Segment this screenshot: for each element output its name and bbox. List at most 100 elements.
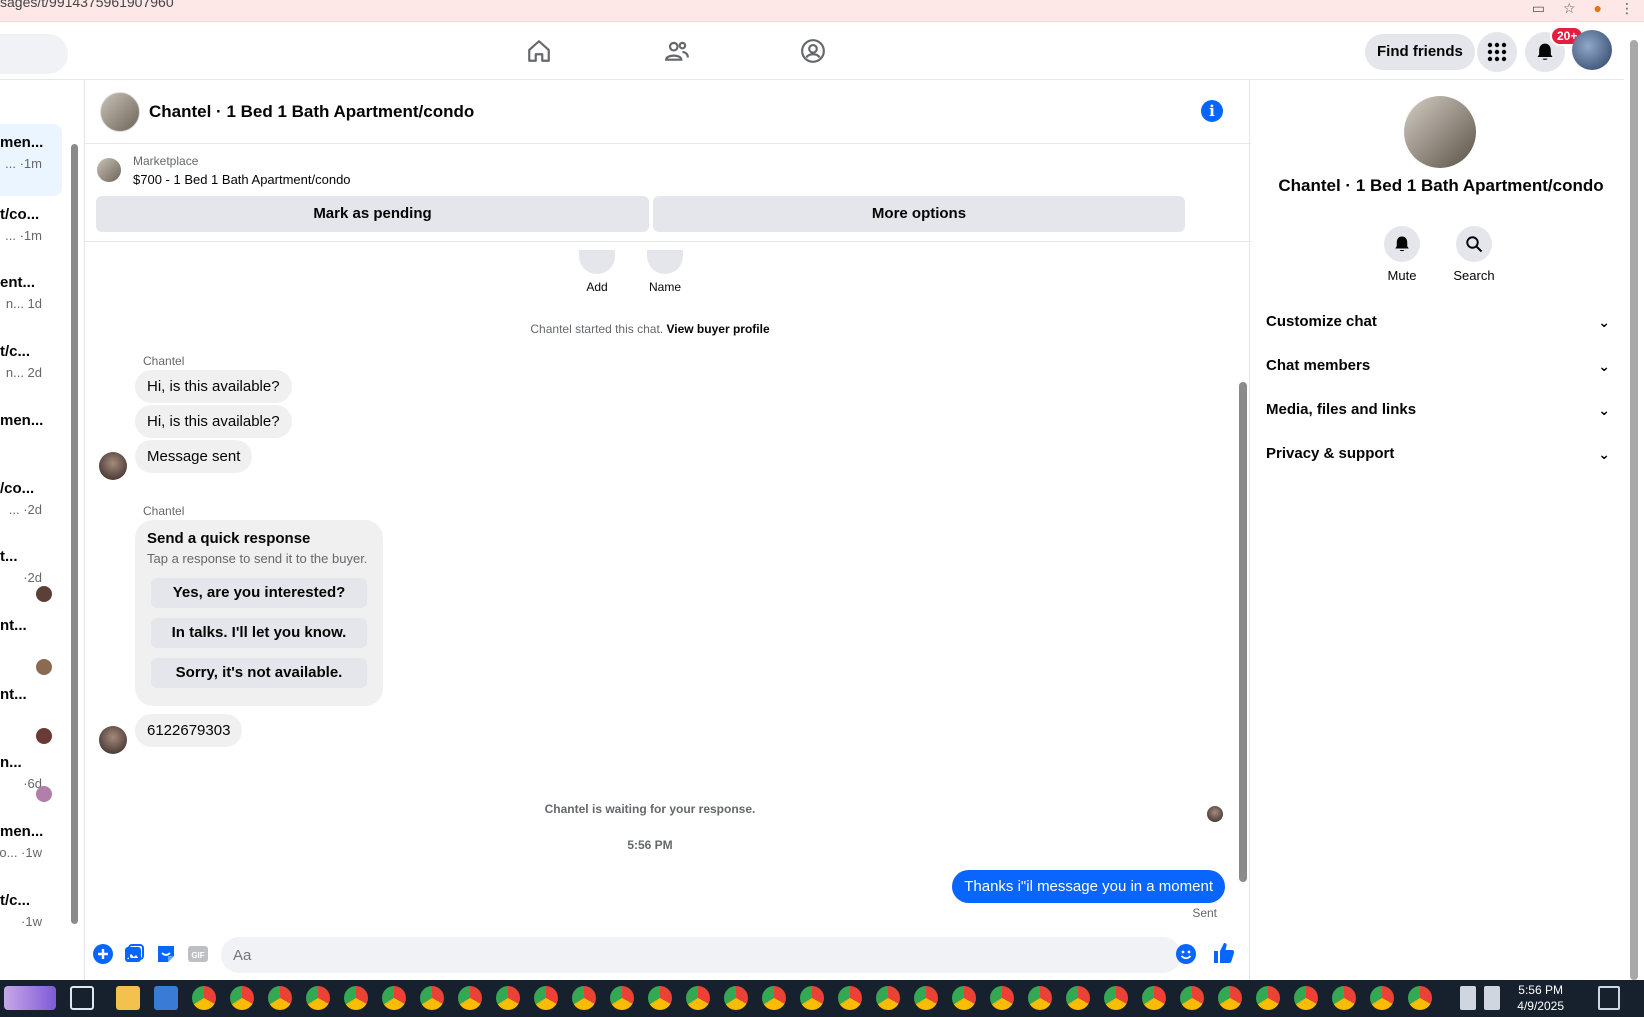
list-item[interactable]: t/c... ·1w bbox=[0, 882, 62, 954]
list-item[interactable]: /co... ... ·2d bbox=[0, 470, 62, 542]
mute-button[interactable]: Mute bbox=[1372, 226, 1432, 283]
quick-reply-button[interactable]: Yes, are you interested? bbox=[151, 578, 367, 608]
chrome-icon[interactable] bbox=[458, 986, 482, 1010]
chrome-icon[interactable] bbox=[420, 986, 444, 1010]
task-view-icon[interactable] bbox=[70, 986, 94, 1010]
chrome-icon[interactable] bbox=[686, 986, 710, 1010]
incoming-message[interactable]: Hi, is this available? bbox=[135, 405, 292, 438]
list-item[interactable]: ent... n... 1d bbox=[0, 264, 62, 336]
list-item[interactable]: men... ... ·1m bbox=[0, 124, 62, 196]
privacy-support-section[interactable]: Privacy & support ⌄ bbox=[1266, 434, 1616, 474]
chrome-icon[interactable] bbox=[1218, 986, 1242, 1010]
chrome-icon[interactable] bbox=[268, 986, 292, 1010]
chrome-icon[interactable] bbox=[382, 986, 406, 1010]
home-icon[interactable] bbox=[523, 35, 555, 67]
chrome-icon[interactable] bbox=[724, 986, 748, 1010]
chrome-icon[interactable] bbox=[1332, 986, 1356, 1010]
quick-reply-button[interactable]: In talks. I'll let you know. bbox=[151, 618, 367, 648]
chrome-icon[interactable] bbox=[496, 986, 520, 1010]
chrome-icon[interactable] bbox=[192, 986, 216, 1010]
media-files-links-section[interactable]: Media, files and links ⌄ bbox=[1266, 390, 1616, 430]
outgoing-message[interactable]: Thanks i"il message you in a moment bbox=[952, 870, 1225, 903]
incoming-message[interactable]: Hi, is this available? bbox=[135, 370, 292, 403]
star-icon[interactable]: ☆ bbox=[1563, 0, 1576, 17]
chrome-icon[interactable] bbox=[610, 986, 634, 1010]
emoji-icon[interactable] bbox=[1175, 943, 1197, 965]
message-input[interactable] bbox=[221, 937, 1181, 973]
profile-circle-icon[interactable] bbox=[797, 35, 829, 67]
chrome-icon[interactable] bbox=[534, 986, 558, 1010]
add-action[interactable]: Add bbox=[567, 250, 627, 294]
info-icon[interactable]: i bbox=[1201, 100, 1223, 122]
photo-icon[interactable] bbox=[123, 943, 145, 965]
chrome-icon[interactable] bbox=[344, 986, 368, 1010]
gif-icon[interactable]: GIF bbox=[187, 943, 209, 965]
search-input[interactable] bbox=[0, 34, 68, 74]
name-action[interactable]: Name bbox=[635, 250, 695, 294]
find-friends-button[interactable]: Find friends bbox=[1365, 34, 1475, 70]
thumbs-up-icon[interactable] bbox=[1211, 940, 1237, 966]
conversation-scrollbar[interactable] bbox=[70, 132, 78, 932]
chrome-icon[interactable] bbox=[572, 986, 596, 1010]
apps-menu-icon[interactable] bbox=[1477, 32, 1517, 72]
chrome-icon[interactable] bbox=[876, 986, 900, 1010]
app-icon[interactable] bbox=[154, 986, 178, 1010]
quick-reply-button[interactable]: Sorry, it's not available. bbox=[151, 658, 367, 688]
tray-icon[interactable] bbox=[1460, 986, 1476, 1010]
avatar[interactable] bbox=[100, 92, 140, 132]
chrome-icon[interactable] bbox=[838, 986, 862, 1010]
chrome-icon[interactable] bbox=[306, 986, 330, 1010]
chrome-icon[interactable] bbox=[1370, 986, 1394, 1010]
chrome-icon[interactable] bbox=[762, 986, 786, 1010]
list-item[interactable]: nt... bbox=[0, 676, 62, 748]
plus-circle-icon[interactable] bbox=[92, 943, 114, 965]
chrome-icon[interactable] bbox=[648, 986, 672, 1010]
chrome-icon[interactable] bbox=[1104, 986, 1128, 1010]
list-item[interactable]: men... bbox=[0, 402, 62, 474]
list-item[interactable]: n... ·6d bbox=[0, 744, 62, 816]
incoming-message[interactable]: 6122679303 bbox=[135, 714, 243, 747]
customize-chat-section[interactable]: Customize chat ⌄ bbox=[1266, 302, 1616, 342]
file-explorer-icon[interactable] bbox=[116, 986, 140, 1010]
chat-title[interactable]: Chantel · 1 Bed 1 Bath Apartment/condo bbox=[149, 102, 474, 122]
taskbar-clock[interactable]: 5:56 PM 4/9/2025 bbox=[1517, 982, 1564, 1014]
chrome-icon[interactable] bbox=[1180, 986, 1204, 1010]
address-bar[interactable]: sages/t/9914375961907960 bbox=[0, 0, 174, 10]
chat-scrollbar[interactable] bbox=[1239, 246, 1247, 926]
incoming-message[interactable]: Message sent bbox=[135, 440, 253, 473]
view-buyer-profile-link[interactable]: View buyer profile bbox=[666, 322, 769, 336]
chrome-icon[interactable] bbox=[230, 986, 254, 1010]
list-item[interactable]: t/c... n... 2d bbox=[0, 333, 62, 405]
chrome-icon[interactable] bbox=[990, 986, 1014, 1010]
avatar[interactable] bbox=[1404, 96, 1476, 168]
more-options-button[interactable]: More options bbox=[653, 196, 1185, 232]
page-scrollbar[interactable] bbox=[1624, 22, 1644, 982]
list-item[interactable]: nt... bbox=[0, 607, 62, 679]
listing-title[interactable]: $700 - 1 Bed 1 Bath Apartment/condo bbox=[133, 172, 351, 187]
chrome-icon[interactable] bbox=[800, 986, 824, 1010]
chrome-icon[interactable] bbox=[1028, 986, 1052, 1010]
list-item[interactable]: men... o... ·1w bbox=[0, 813, 62, 885]
mark-pending-button[interactable]: Mark as pending bbox=[96, 196, 649, 232]
chrome-icon[interactable] bbox=[952, 986, 976, 1010]
friends-icon[interactable] bbox=[661, 35, 693, 67]
profile-icon[interactable]: ● bbox=[1594, 0, 1602, 17]
chrome-icon[interactable] bbox=[1066, 986, 1090, 1010]
listing-thumbnail[interactable] bbox=[97, 158, 121, 182]
chrome-icon[interactable] bbox=[1142, 986, 1166, 1010]
network-icon[interactable] bbox=[1484, 986, 1500, 1010]
chrome-icon[interactable] bbox=[1256, 986, 1280, 1010]
sticker-icon[interactable] bbox=[155, 943, 177, 965]
chrome-icon[interactable] bbox=[1408, 986, 1432, 1010]
menu-icon[interactable]: ⋮ bbox=[1620, 0, 1634, 17]
monitor-icon[interactable]: ▭ bbox=[1532, 0, 1545, 17]
search-button[interactable]: Search bbox=[1444, 226, 1504, 283]
account-avatar[interactable] bbox=[1572, 30, 1612, 70]
chat-members-section[interactable]: Chat members ⌄ bbox=[1266, 346, 1616, 386]
notifications-icon[interactable] bbox=[1598, 986, 1620, 1010]
chrome-icon[interactable] bbox=[914, 986, 938, 1010]
avatar[interactable] bbox=[99, 726, 127, 754]
chrome-icon[interactable] bbox=[1294, 986, 1318, 1010]
unicorn-start-icon[interactable] bbox=[4, 986, 56, 1010]
avatar[interactable] bbox=[99, 452, 127, 480]
